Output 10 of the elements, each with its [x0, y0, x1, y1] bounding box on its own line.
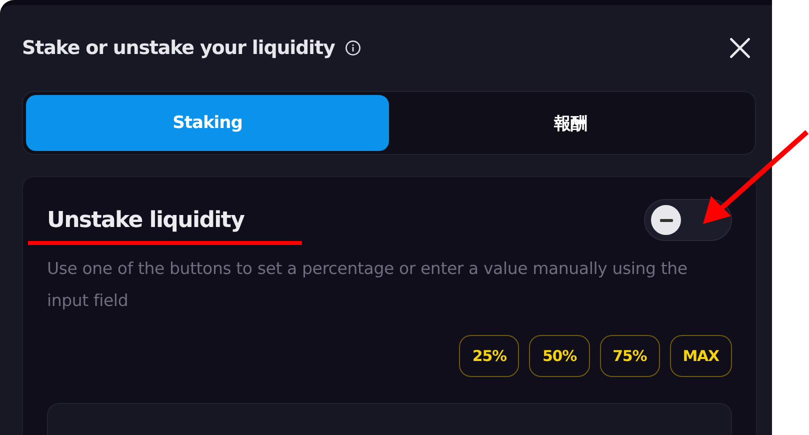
tab[interactable]: 報酬 [389, 95, 752, 151]
percent-button[interactable]: 75% [600, 335, 660, 377]
close-icon[interactable] [729, 37, 751, 59]
section-title: Unstake liquidity [47, 208, 244, 232]
percent-button[interactable]: 50% [529, 335, 590, 377]
description: Use one of the buttons to set a percentage or enter a value manually using the input field [47, 258, 688, 312]
dialog-title: Stake or unstake your liquidity [22, 37, 335, 59]
info-icon[interactable] [344, 40, 361, 56]
percent-button[interactable]: 25% [459, 335, 520, 377]
percent-button[interactable]: MAX [670, 335, 732, 377]
